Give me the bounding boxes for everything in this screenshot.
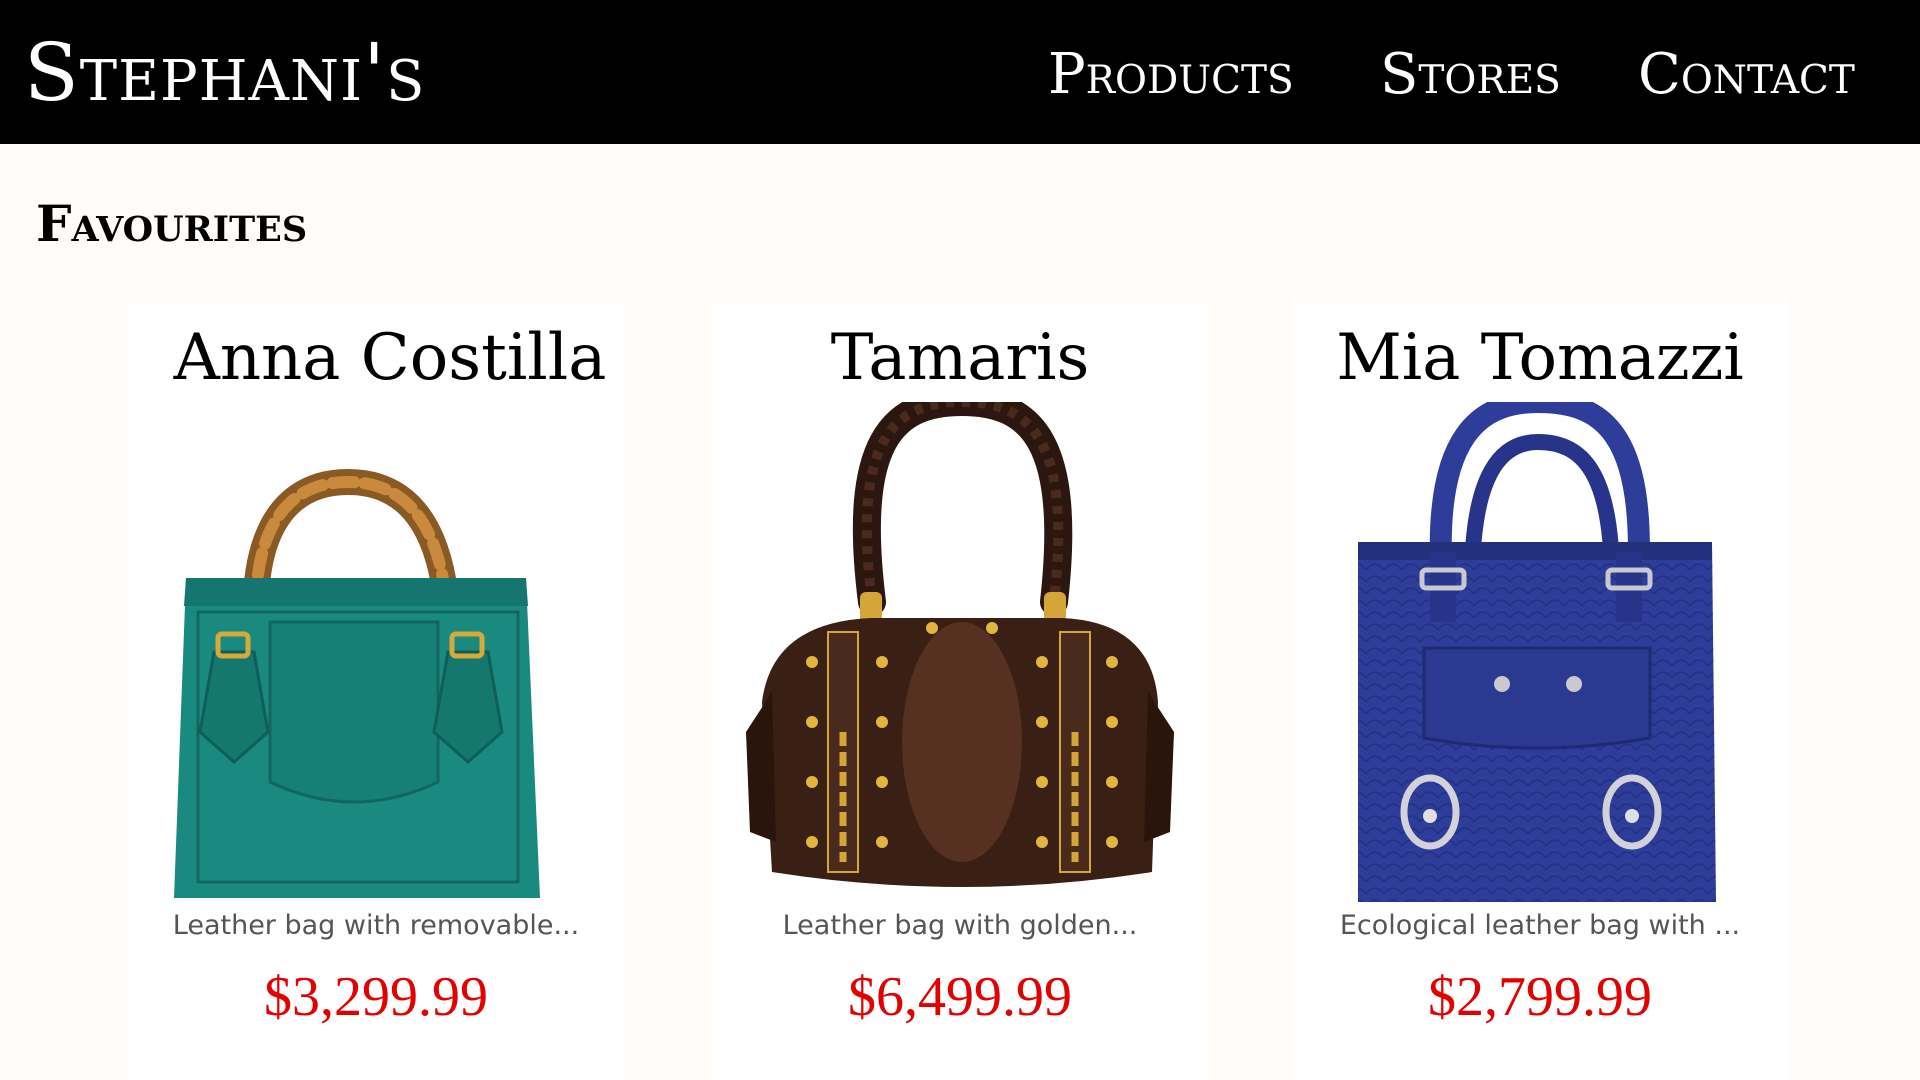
- section-title-favourites: Favourites: [36, 194, 308, 253]
- nav-link-products[interactable]: Products: [1048, 40, 1294, 110]
- nav-link-contact[interactable]: Contact: [1638, 40, 1855, 110]
- product-image-blue-handbag[interactable]: [1312, 402, 1768, 902]
- product-card[interactable]: Tamaris Leather bag with golden... $6,49…: [712, 298, 1208, 1080]
- store-logo[interactable]: Stephani's: [24, 28, 425, 118]
- nav-link-stores[interactable]: Stores: [1380, 40, 1561, 110]
- product-price: $3,299.99: [264, 966, 488, 1028]
- product-image-teal-handbag[interactable]: [148, 402, 604, 902]
- product-name[interactable]: Mia Tomazzi: [1292, 318, 1788, 398]
- product-card[interactable]: Anna Costilla Leather bag with removable…: [128, 298, 624, 1080]
- product-image-brown-handbag[interactable]: [732, 402, 1188, 902]
- product-price: $6,499.99: [848, 966, 1072, 1028]
- product-description: Ecological leather bag with ...: [1339, 910, 1741, 941]
- product-name[interactable]: Anna Costilla: [142, 318, 638, 398]
- product-card[interactable]: Mia Tomazzi Ecological leather bag with …: [1292, 298, 1788, 1080]
- product-description: Leather bag with golden...: [782, 910, 1138, 941]
- product-description: Leather bag with removable...: [172, 910, 580, 941]
- product-name[interactable]: Tamaris: [712, 318, 1208, 398]
- top-navigation-bar: Stephani's Products Stores Contact: [0, 0, 1920, 144]
- product-price: $2,799.99: [1428, 966, 1652, 1028]
